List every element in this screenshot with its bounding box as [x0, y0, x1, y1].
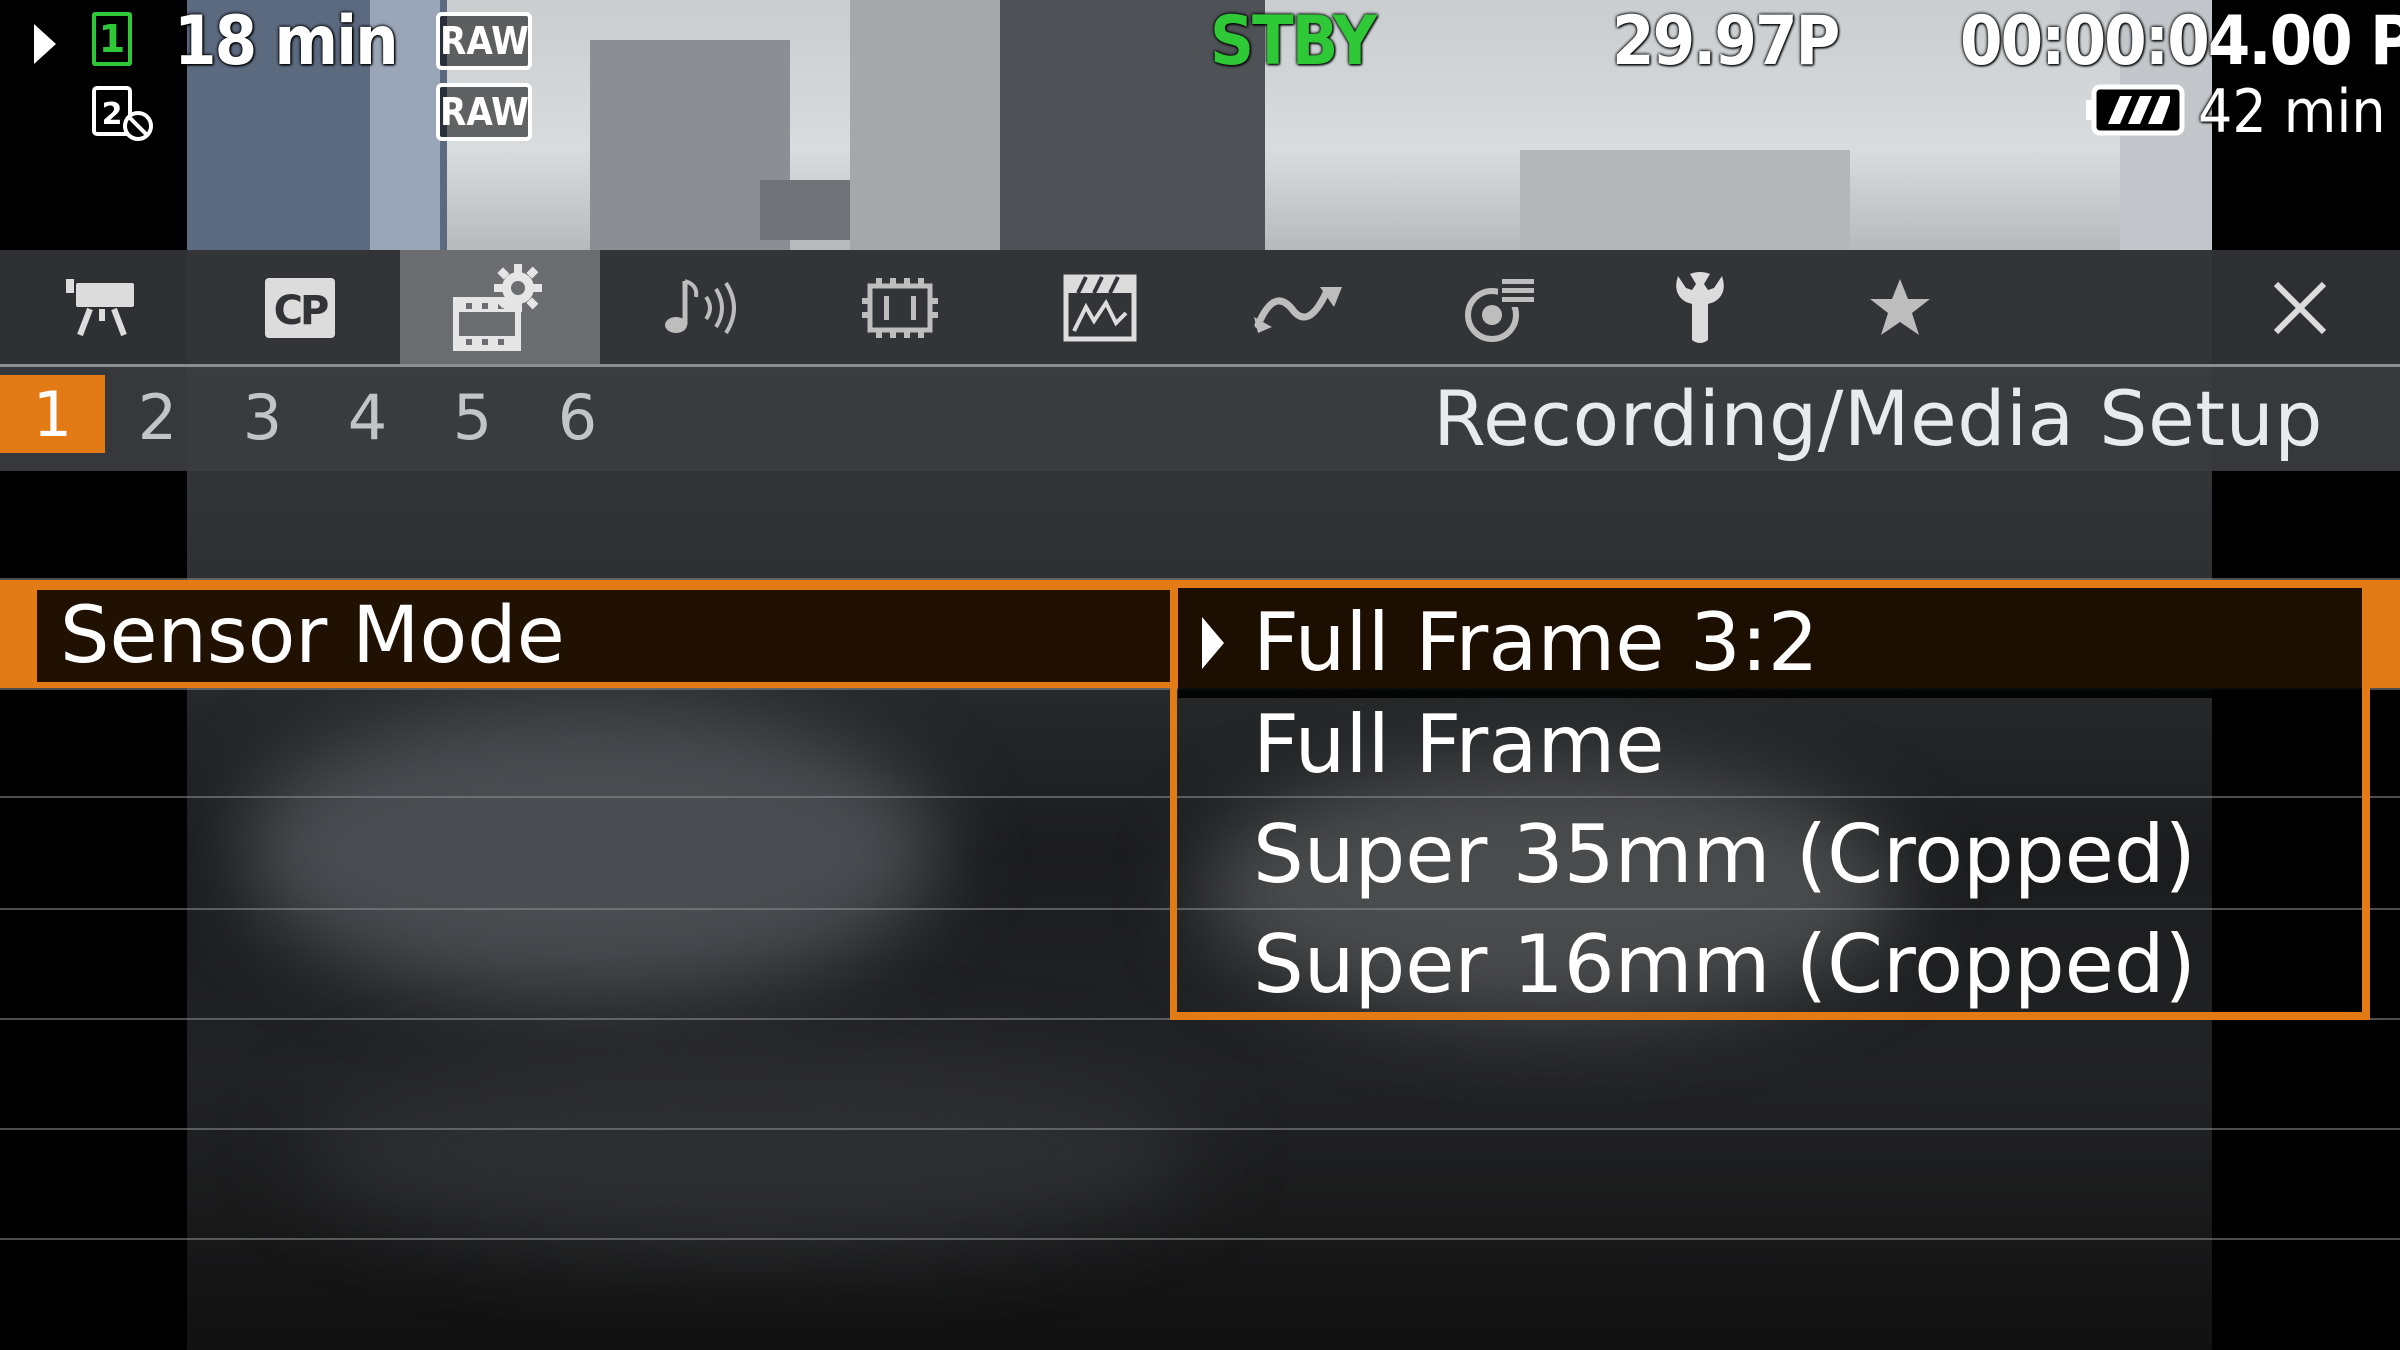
option-super-16mm-cropped[interactable]: Super 16mm (Cropped): [1178, 910, 2362, 1020]
recording-media-setup-icon: [453, 264, 542, 351]
record-state: STBY: [1210, 2, 1377, 81]
svg-text:2: 2: [102, 97, 123, 132]
menu-tab-bar: CP: [0, 250, 2400, 366]
monitoring-setup-icon: [1063, 274, 1137, 342]
tab-output-setup[interactable]: [1200, 250, 1400, 366]
output-setup-icon: [1254, 287, 1342, 333]
tab-audio-setup[interactable]: [600, 250, 800, 366]
page-number-6[interactable]: 6: [525, 367, 630, 460]
system-setup-icon: [862, 278, 938, 338]
option-super-35mm-cropped[interactable]: Super 35mm (Cropped): [1178, 800, 2362, 910]
option-full-frame[interactable]: Full Frame: [1178, 690, 2362, 800]
page-number-5[interactable]: 5: [420, 367, 525, 460]
page-number-1[interactable]: 1: [0, 375, 105, 453]
option-label: Super 35mm (Cropped): [1253, 808, 2196, 901]
format-badge-bottom: RAW: [436, 83, 532, 141]
system-wrench-icon: [1676, 272, 1724, 343]
camera-icon: [66, 279, 134, 337]
audio-setup-icon: [665, 279, 736, 335]
playback-indicator-icon: [34, 24, 56, 64]
option-label: Full Frame 3:2: [1253, 596, 1819, 689]
tab-recording-media-setup[interactable]: [400, 250, 600, 366]
assist-functions-icon: [1465, 277, 1534, 342]
menu-title: Recording/Media Setup: [1433, 374, 2323, 463]
tab-my-menu[interactable]: [1800, 250, 2000, 366]
tab-monitoring-setup[interactable]: [1000, 250, 1200, 366]
close-icon: [2273, 281, 2327, 335]
option-full-frame-3-2[interactable]: Full Frame 3:2: [1178, 588, 2362, 698]
custom-picture-icon: CP: [265, 278, 335, 338]
page-number-4[interactable]: 4: [315, 367, 420, 460]
my-menu-star-icon: [1870, 279, 1930, 335]
close-menu-button[interactable]: [2200, 250, 2400, 366]
format-badge-top: RAW: [436, 12, 532, 70]
card-slot-2-empty-icon: 2: [92, 86, 153, 141]
selection-cursor-icon: [1202, 617, 1224, 669]
tab-custom-picture[interactable]: CP: [200, 250, 400, 366]
tab-assist-functions[interactable]: [1400, 250, 1600, 366]
page-number-3[interactable]: 3: [210, 367, 315, 460]
frame-rate: 29.97P: [1612, 2, 1840, 81]
tab-system-setup[interactable]: [800, 250, 1000, 366]
option-label: Full Frame: [1253, 698, 1665, 791]
tab-camera-setup[interactable]: [0, 250, 200, 366]
remaining-record-time: 18 min: [174, 2, 399, 81]
svg-text:CP: CP: [274, 288, 328, 334]
option-label: Super 16mm (Cropped): [1253, 918, 2196, 1011]
sensor-mode-label: Sensor Mode: [60, 591, 565, 681]
card-slot-1-icon: 1: [92, 12, 132, 66]
page-number-2[interactable]: 2: [105, 367, 210, 460]
menu-page-bar: 1 2 3 4 5 6 Recording/Media Setup: [0, 367, 2400, 471]
battery-icon: [2086, 84, 2185, 136]
battery-remaining-time: 42 min: [2198, 77, 2386, 147]
camera-screen: 1 2 18 min RAW RAW STBY 29.97P 00:00:04.…: [0, 0, 2400, 1350]
tab-system-settings[interactable]: [1600, 250, 1800, 366]
